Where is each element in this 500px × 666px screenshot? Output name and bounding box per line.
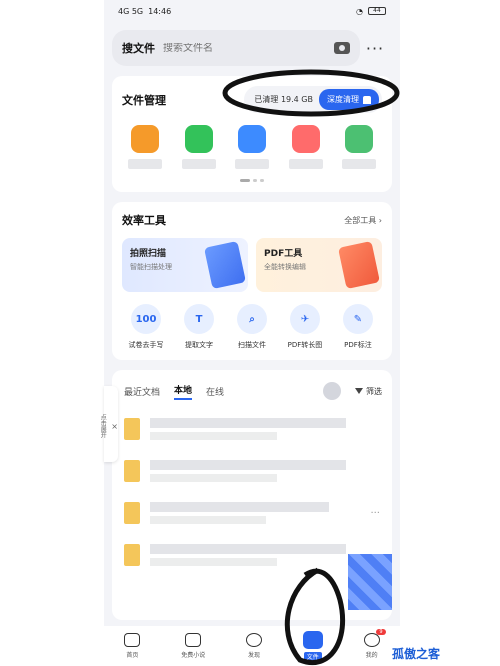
wechat-app-icon: [184, 125, 213, 153]
files-section: 最近文档 本地 在线 筛选 ···: [112, 370, 392, 620]
tab-local[interactable]: 本地: [174, 383, 193, 400]
blurred-label: [288, 159, 323, 169]
home-icon: [124, 633, 141, 647]
text-extract-icon: T: [184, 304, 214, 334]
page-indicator: [122, 179, 382, 182]
tools-title: 效率工具: [122, 214, 166, 227]
blurred-label: [342, 159, 376, 169]
profile-icon: [363, 633, 380, 647]
tool-label: 试卷去手写: [128, 341, 164, 349]
tool-extract-text[interactable]: T 提取文字: [175, 304, 223, 350]
search-bar[interactable]: 搜文件: [112, 30, 360, 66]
all-tools-link[interactable]: 全部工具 ›: [344, 215, 382, 226]
folder-icon: [124, 544, 140, 566]
pdf-convert-icon: ✈: [290, 304, 320, 334]
tool-pdf-annotate[interactable]: ✎ PDF标注: [334, 304, 382, 350]
tool-label: 扫描文件: [238, 341, 266, 349]
tab-label: 免费小说: [181, 652, 206, 659]
discover-icon: [246, 633, 262, 647]
tool-label: PDF转长图: [287, 341, 323, 349]
notification-badge: 9: [376, 629, 386, 635]
camera-icon[interactable]: [334, 42, 350, 54]
side-panel-label: 点击展开: [99, 414, 107, 438]
cleaned-size-text: 已清理 19.4 GB: [254, 95, 313, 104]
scan-icon: ⌕: [237, 304, 267, 334]
category-other[interactable]: [342, 125, 376, 169]
avatar[interactable]: [323, 382, 341, 400]
tab-home[interactable]: 首页: [124, 633, 141, 659]
filter-label: 筛选: [366, 386, 382, 396]
files-icon: [302, 631, 323, 649]
wifi-icon: ◔: [356, 6, 363, 16]
other-app-icon: [345, 125, 373, 153]
more-menu-icon[interactable]: ···: [360, 39, 390, 58]
search-input[interactable]: [163, 42, 326, 54]
tab-label: 发现: [247, 652, 260, 659]
file-thumbnail: [348, 554, 392, 610]
category-wechat[interactable]: [181, 125, 216, 169]
tool-pdf-to-image[interactable]: ✈ PDF转长图: [281, 304, 329, 350]
deep-clean-label: 深度清理: [327, 95, 359, 104]
pdf-tools-card[interactable]: PDF工具 全能转换编辑: [256, 238, 382, 292]
clock: 14:46: [148, 6, 172, 16]
category-video[interactable]: [288, 125, 323, 169]
battery-icon: 44: [368, 7, 386, 15]
phone-screen: 4G 5G 14:46 ◔ 44 搜文件 ··· 文件管理 已清理 19.4 G…: [104, 0, 400, 666]
tool-remove-handwriting[interactable]: 100 试卷去手写: [122, 304, 170, 350]
tool-row: 100 试卷去手写 T 提取文字 ⌕ 扫描文件 ✈ PDF转长图 ✎ PDF标注: [122, 304, 382, 350]
blurred-label: [128, 159, 162, 169]
tab-label: 文件: [303, 652, 322, 661]
watermark: 孤傲之客: [392, 647, 441, 661]
folder-icon: [124, 502, 140, 524]
list-item[interactable]: ···: [112, 492, 392, 534]
blurred-label: [181, 159, 216, 169]
category-download[interactable]: [128, 125, 162, 169]
blurred-label: [235, 159, 269, 169]
folder-icon: [124, 418, 140, 440]
book-icon: [185, 633, 202, 647]
tool-label: 提取文字: [185, 341, 213, 349]
file-manager-card: 文件管理 已清理 19.4 GB 深度清理: [112, 76, 392, 192]
deep-clean-button[interactable]: 深度清理: [319, 89, 379, 110]
storage-clean-panel: 已清理 19.4 GB 深度清理: [244, 86, 382, 113]
exam-icon: 100: [131, 304, 161, 334]
file-manager-title: 文件管理: [122, 93, 166, 107]
tool-label: PDF标注: [344, 341, 372, 349]
tab-label: 首页: [126, 652, 139, 659]
efficiency-tools-card: 效率工具 全部工具 › 拍照扫描 智能扫描处理 PDF工具 全能转换编辑 100…: [112, 202, 392, 360]
all-tools-label: 全部工具: [344, 215, 377, 225]
photo-scan-card[interactable]: 拍照扫描 智能扫描处理: [122, 238, 248, 292]
list-item[interactable]: [112, 450, 392, 492]
folder-icon: [124, 460, 140, 482]
pdf-annotate-icon: ✎: [343, 304, 373, 334]
broom-icon: [363, 95, 371, 104]
download-app-icon: [131, 125, 159, 153]
files-tabs: 最近文档 本地 在线 筛选: [112, 370, 392, 408]
tool-scan-file[interactable]: ⌕ 扫描文件: [228, 304, 276, 350]
network-status: 4G 5G: [118, 6, 144, 16]
status-bar: 4G 5G 14:46 ◔ 44: [104, 0, 400, 22]
search-title: 搜文件: [122, 42, 155, 55]
tab-online[interactable]: 在线: [206, 385, 224, 398]
tab-files[interactable]: 文件: [302, 631, 323, 661]
list-item[interactable]: [112, 408, 392, 450]
close-icon[interactable]: ×: [111, 422, 118, 431]
category-image[interactable]: [235, 125, 269, 169]
top-bar: 搜文件 ···: [104, 22, 400, 66]
tab-mine[interactable]: 9 我的: [363, 629, 386, 659]
video-app-icon: [291, 125, 320, 153]
file-category-row: [122, 125, 382, 169]
filter-button[interactable]: 筛选: [355, 386, 382, 397]
filter-icon: [355, 388, 363, 394]
tab-label: 我的: [365, 652, 378, 659]
tab-recent[interactable]: 最近文档: [124, 385, 160, 398]
image-app-icon: [238, 125, 266, 153]
tab-discover[interactable]: 发现: [246, 633, 262, 659]
side-expand-panel[interactable]: × 点击展开: [99, 386, 118, 462]
bottom-tab-bar: 首页 免费小说 发现 文件 9 我的: [104, 626, 400, 666]
tab-novels[interactable]: 免费小说: [181, 633, 205, 659]
row-more-icon[interactable]: ···: [370, 508, 380, 519]
